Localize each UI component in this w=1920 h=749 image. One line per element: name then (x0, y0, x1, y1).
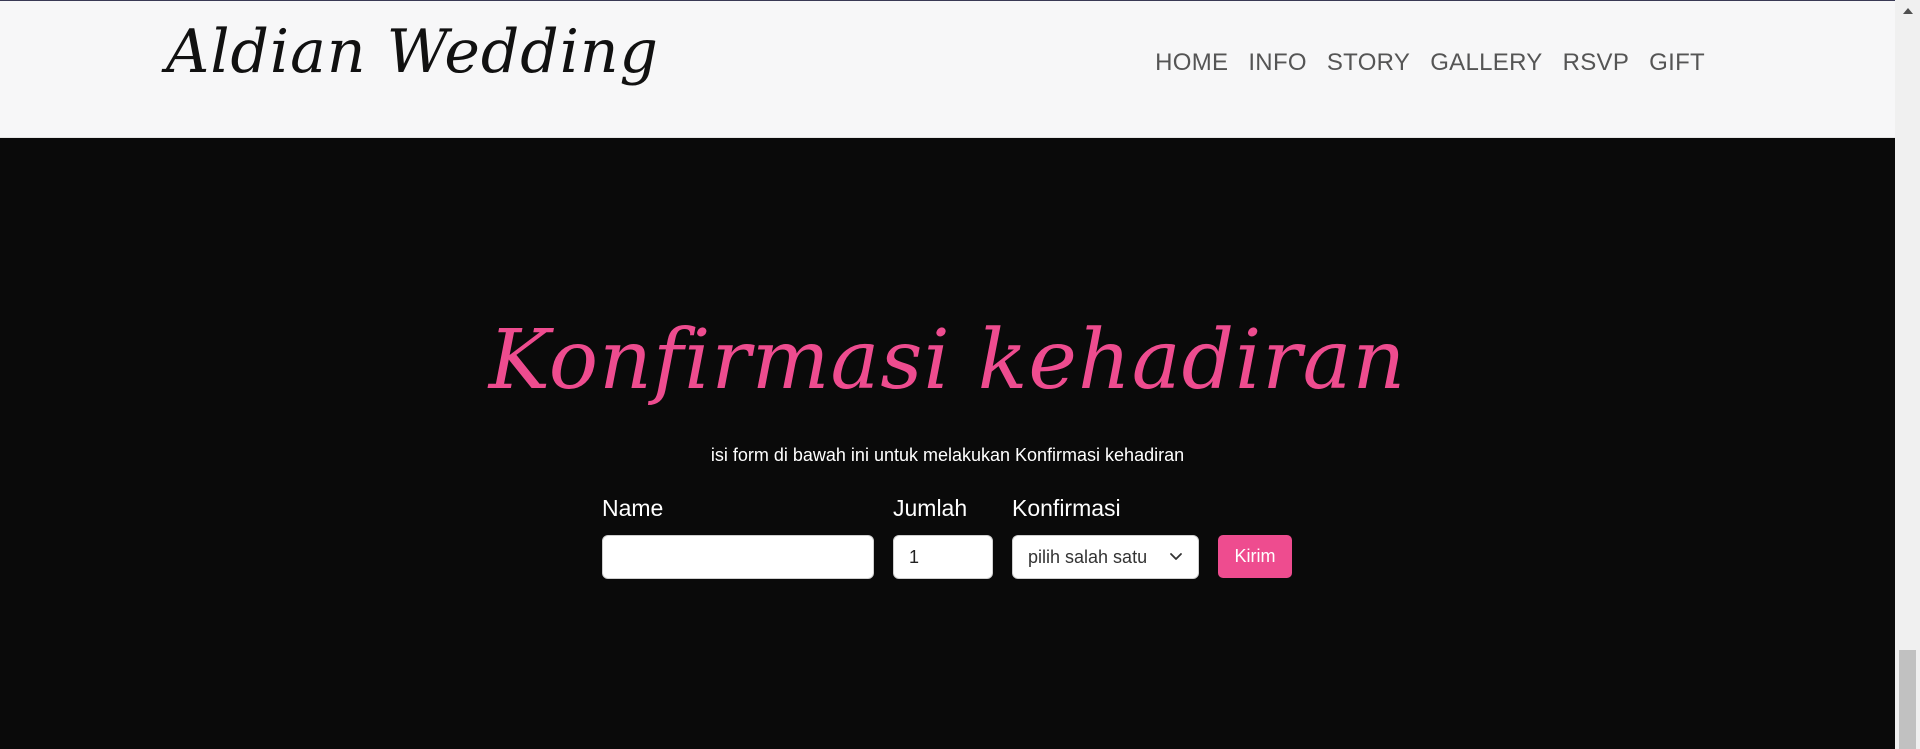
navbar: Aldian Wedding HOME INFO STORY GALLERY R… (0, 1, 1895, 138)
konfirmasi-label: Konfirmasi (1012, 495, 1121, 521)
scrollbar[interactable] (1895, 0, 1920, 749)
nav-story[interactable]: STORY (1317, 49, 1420, 77)
rsvp-title: Konfirmasi kehadiran (488, 313, 1407, 408)
submit-button[interactable]: Kirim (1218, 535, 1292, 578)
nav-home[interactable]: HOME (1145, 49, 1238, 77)
scrollbar-thumb[interactable] (1899, 650, 1916, 749)
konfirmasi-selected-value: pilih salah satu (1028, 546, 1148, 567)
rsvp-section: Konfirmasi kehadiran isi form di bawah i… (0, 138, 1895, 749)
rsvp-subtitle: isi form di bawah ini untuk melakukan Ko… (710, 445, 1185, 465)
nav-gallery[interactable]: GALLERY (1420, 49, 1552, 77)
page: Aldian Wedding HOME INFO STORY GALLERY R… (0, 0, 1920, 749)
jumlah-label: Jumlah (893, 495, 968, 521)
chevron-down-icon (1170, 553, 1182, 560)
nav-rsvp[interactable]: RSVP (1553, 49, 1640, 77)
main-nav: HOME INFO STORY GALLERY RSVP GIFT (1145, 49, 1715, 77)
brand-logo[interactable]: Aldian Wedding (166, 17, 659, 87)
konfirmasi-select[interactable]: pilih salah satu (1012, 535, 1199, 579)
nav-gift[interactable]: GIFT (1639, 49, 1715, 77)
scroll-up-arrow-icon[interactable] (1895, 0, 1920, 22)
nav-info[interactable]: INFO (1238, 49, 1317, 77)
name-input[interactable] (602, 535, 874, 579)
jumlah-input[interactable] (893, 535, 993, 579)
name-label: Name (602, 495, 664, 521)
